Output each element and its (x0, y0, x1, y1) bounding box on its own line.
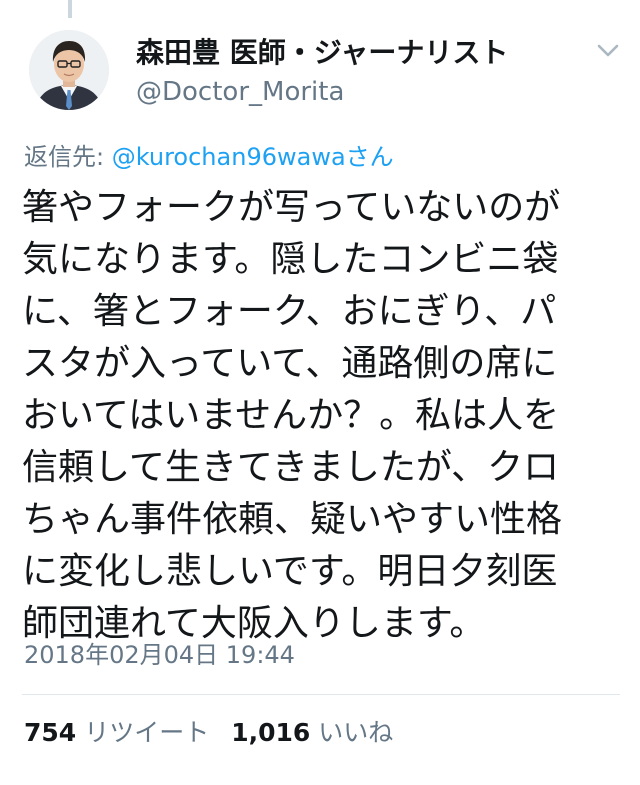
tweet-text-line: 信頼して生きてきましたが、クロ (22, 447, 560, 488)
thread-connector-line (68, 0, 72, 18)
like-count: 1,016 (231, 718, 311, 747)
tweet-text-line: 箸やフォークが写っていないのが (22, 187, 561, 228)
tweet-stats: 754 リツイート 1,016 いいね (24, 717, 393, 749)
like-label: いいね (318, 718, 394, 747)
author-handle[interactable]: @Doctor_Morita (136, 76, 344, 108)
tweet-text-line: に、箸とフォーク、おにぎり、パ (22, 291, 557, 332)
retweets-stat[interactable]: 754 リツイート (24, 718, 209, 747)
retweet-label: リツイート (84, 718, 210, 747)
avatar[interactable] (29, 30, 109, 110)
reply-to-prefix: 返信先: (24, 143, 112, 171)
likes-stat[interactable]: 1,016 いいね (231, 718, 393, 747)
avatar-portrait (29, 30, 109, 110)
tweet-text: 箸やフォークが写っていないのが 気になります。隠したコンビニ袋 に、箸とフォーク… (22, 182, 622, 650)
tweet-text-line: ちゃん事件依頼、疑いやすい性格 (22, 499, 563, 540)
reply-to-suffix: さん (345, 143, 394, 171)
reply-to-context: 返信先: @kurochan96wawaさん (24, 142, 394, 172)
divider (22, 694, 620, 695)
retweet-count: 754 (24, 718, 77, 747)
tweet-text-line: 気になります。隠したコンビニ袋 (22, 239, 559, 280)
author-display-name[interactable]: 森田豊 医師・ジャーナリスト (136, 36, 508, 70)
tweet-timestamp[interactable]: 2018年02月04日 19:44 (24, 640, 295, 670)
tweet-text-line: おいてはいませんか？。私は人を (22, 395, 560, 436)
reply-to-mention[interactable]: @kurochan96wawa (112, 143, 346, 171)
tweet-text-line: に変化し悲しいです。明日夕刻医 (22, 551, 558, 592)
chevron-down-icon[interactable] (592, 36, 624, 64)
tweet-text-line: スタが入っていて、通路側の席に (22, 343, 558, 384)
